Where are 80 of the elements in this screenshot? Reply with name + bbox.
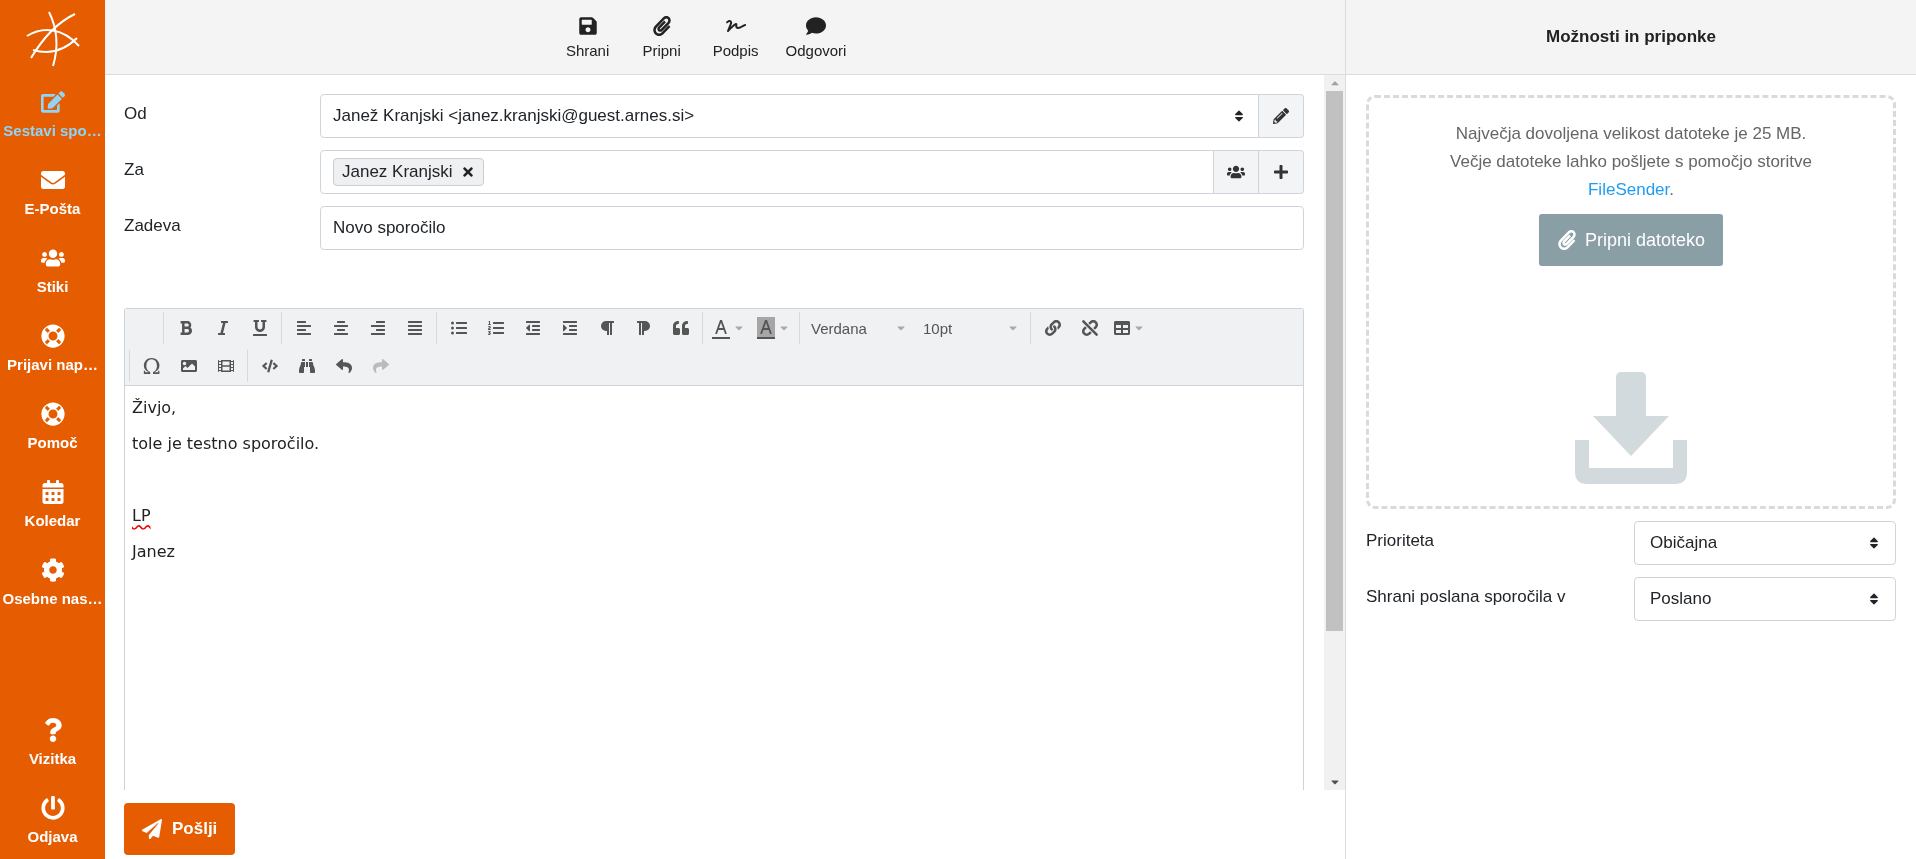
edit-sender-button[interactable] xyxy=(1259,94,1304,138)
align-left-icon xyxy=(295,320,312,336)
align-justify-icon xyxy=(406,320,423,336)
align-right-icon xyxy=(369,320,386,336)
sidebar-item[interactable]: E-Pošta xyxy=(0,153,105,231)
binoculars-icon xyxy=(298,358,315,374)
lifebuoy-icon xyxy=(40,323,65,348)
download-icon xyxy=(1575,372,1687,484)
table-icon xyxy=(1114,320,1130,336)
outdent-icon xyxy=(524,320,541,336)
calendar-icon xyxy=(40,479,65,504)
scrollbar-thumb[interactable] xyxy=(1326,91,1343,631)
unlink-icon xyxy=(1081,320,1098,336)
redo-icon xyxy=(372,358,389,374)
option-label: Prioriteta xyxy=(1366,530,1436,551)
sort-arrows-icon xyxy=(1867,536,1881,550)
body-text: tole je testno sporočilo. xyxy=(132,434,320,453)
sender-select[interactable]: Janež Kranjski <janez.kranjski@guest.arnes.si> xyxy=(320,94,1259,138)
toolbar-button[interactable]: Podpis xyxy=(705,11,766,63)
add-recipient-button[interactable] xyxy=(1259,150,1304,194)
field-label: Za xyxy=(124,159,145,180)
edit-icon xyxy=(40,89,65,114)
panel-title: Možnosti in priponke xyxy=(1346,0,1916,75)
remove-recipient-button[interactable] xyxy=(460,165,475,179)
toolbar-button[interactable]: Shrani xyxy=(557,11,618,63)
code-icon xyxy=(261,358,278,374)
power-icon xyxy=(40,795,65,820)
sidebar-item[interactable]: Vizitka xyxy=(0,703,105,781)
body-text: LP xyxy=(132,506,151,525)
underline-icon xyxy=(251,320,268,336)
send-button[interactable]: Pošlji xyxy=(124,803,236,855)
address-book-button[interactable] xyxy=(1214,150,1259,194)
text-color-icon xyxy=(712,317,730,339)
settings-icon xyxy=(40,557,65,582)
recipients-field[interactable]: Janez Kranjski xyxy=(320,150,1214,194)
editor-dropdown[interactable]: 10pt xyxy=(915,312,1027,344)
subject-field[interactable]: Novo sporočilo xyxy=(320,206,1304,250)
scrollbar[interactable] xyxy=(1324,75,1345,790)
numbered-list-icon xyxy=(487,320,504,336)
sort-arrows-icon xyxy=(1232,109,1246,123)
sidebar-item[interactable]: Osebne nas… xyxy=(0,543,105,621)
indent-icon xyxy=(561,320,578,336)
special-character-button[interactable]: Ω xyxy=(133,350,170,382)
sidebar-item[interactable]: Odjava xyxy=(0,781,105,859)
highlight-color-icon xyxy=(757,317,775,339)
sidebar-item[interactable]: Pomoč xyxy=(0,387,105,465)
close-icon xyxy=(460,165,475,179)
paragraph-rtl-icon xyxy=(635,320,652,336)
recipient-name: Janez Kranjski xyxy=(342,162,453,182)
option-select[interactable]: Poslano xyxy=(1634,577,1896,621)
toolbar-button[interactable]: Odgovori xyxy=(779,11,853,63)
speech-bubble-icon xyxy=(806,15,826,36)
body-text: Janez xyxy=(132,542,175,561)
image-icon xyxy=(180,358,197,374)
option-label: Shrani poslana sporočila v xyxy=(1366,586,1567,607)
pencil-icon xyxy=(1273,108,1289,124)
align-center-icon xyxy=(332,320,349,336)
quote-icon xyxy=(672,320,689,336)
paper-plane-icon xyxy=(142,819,162,839)
upload-info-text: Največja dovoljena velikost datoteke je 25 MB. Večje datoteke lahko pošljete s pomočjo storitve FileSender. xyxy=(1450,123,1812,201)
plus-icon xyxy=(1273,164,1289,180)
field-label: Zadeva xyxy=(124,215,182,236)
paperclip-icon xyxy=(651,15,672,36)
toolbar-button[interactable]: Pripni xyxy=(631,11,692,63)
film-icon xyxy=(217,358,234,374)
body-text: Živjo, xyxy=(132,398,177,417)
sidebar-item[interactable]: Stiki xyxy=(0,231,105,309)
bullet-list-icon xyxy=(450,320,467,336)
sidebar-item[interactable]: Prijavi nap… xyxy=(0,309,105,387)
paperclip-icon xyxy=(1556,230,1577,250)
sidebar-item[interactable]: Koledar xyxy=(0,465,105,543)
undo-icon xyxy=(335,358,352,374)
users-icon xyxy=(1227,163,1245,181)
paragraph-ltr-icon xyxy=(598,320,615,336)
editor-dropdown[interactable]: Verdana xyxy=(803,312,915,344)
sort-arrows-icon xyxy=(1867,592,1881,606)
field-label: Od xyxy=(124,103,148,124)
lifebuoy-icon xyxy=(40,401,65,426)
option-select[interactable]: Običajna xyxy=(1634,521,1896,565)
link-icon xyxy=(1044,320,1061,336)
